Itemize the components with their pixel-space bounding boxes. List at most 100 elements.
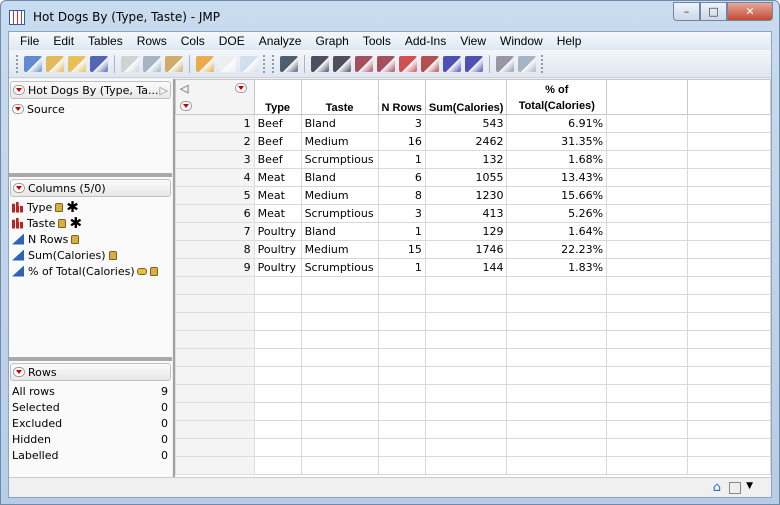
table-row[interactable]	[175, 366, 771, 385]
menu-analyze[interactable]: Analyze	[252, 34, 309, 48]
table-cell[interactable]	[377, 330, 426, 349]
table-cell[interactable]	[300, 348, 379, 367]
column-item[interactable]: N Rows	[9, 231, 172, 247]
table-cell[interactable]	[300, 366, 379, 385]
table-cell[interactable]	[606, 348, 688, 367]
table-cell[interactable]	[300, 384, 379, 403]
new-table-icon[interactable]	[24, 55, 42, 72]
table-cell[interactable]	[377, 384, 426, 403]
menu-view[interactable]: View	[453, 34, 493, 48]
table-cell[interactable]	[377, 438, 426, 457]
table-row[interactable]: 2 Beef Medium 16 2462 31.35%	[175, 132, 771, 151]
table-cell[interactable]	[606, 132, 688, 151]
table-cell[interactable]	[377, 312, 426, 331]
chevron-down-icon[interactable]: ▼	[746, 481, 753, 491]
table-cell[interactable]: 3	[377, 114, 426, 133]
source-script[interactable]: Source	[9, 101, 172, 117]
search-data-icon[interactable]	[518, 55, 536, 72]
rows-red-triangle-icon[interactable]	[180, 101, 192, 111]
table-cell[interactable]	[300, 330, 379, 349]
column-header[interactable]: Taste	[300, 79, 379, 115]
table-cell[interactable]: Scrumptious	[300, 150, 379, 169]
columns-red-triangle-icon[interactable]	[234, 83, 247, 93]
table-row[interactable]: 1 Beef Bland 3 543 6.91%	[175, 114, 771, 133]
table-cell[interactable]	[424, 366, 508, 385]
menu-tools[interactable]: Tools	[356, 34, 398, 48]
table-cell[interactable]	[686, 348, 771, 367]
table-cell[interactable]	[300, 456, 379, 475]
red-triangle-menu-icon[interactable]	[12, 104, 24, 114]
table-cell[interactable]	[686, 456, 771, 475]
table-row[interactable]: 4 Meat Bland 6 1055 13.43%	[175, 168, 771, 187]
row-number[interactable]: 2	[175, 132, 255, 151]
table-cell[interactable]	[506, 366, 608, 385]
table-cell[interactable]	[686, 438, 771, 457]
table-row[interactable]	[175, 456, 771, 475]
row-number[interactable]: 3	[175, 150, 255, 169]
row-number[interactable]: 8	[175, 240, 255, 259]
row-number[interactable]: 7	[175, 222, 255, 241]
table-row[interactable]	[175, 402, 771, 421]
menu-help[interactable]: Help	[550, 34, 589, 48]
table-cell[interactable]: 2462	[424, 132, 508, 151]
table-cell[interactable]: Medium	[300, 240, 379, 259]
row-number[interactable]	[175, 348, 255, 367]
table-cell[interactable]: Meat	[253, 168, 302, 187]
red-triangle-menu-icon[interactable]	[13, 367, 25, 377]
table-cell[interactable]	[686, 258, 771, 277]
open-folder-icon[interactable]	[68, 55, 86, 72]
table-cell[interactable]	[606, 366, 688, 385]
table-cell[interactable]: 1	[377, 222, 426, 241]
table-cell[interactable]: Scrumptious	[300, 258, 379, 277]
table-cell[interactable]: 31.35%	[506, 132, 608, 151]
table-cell[interactable]	[424, 312, 508, 331]
table-row[interactable]: 5 Meat Medium 8 1230 15.66%	[175, 186, 771, 205]
menu-addins[interactable]: Add-Ins	[398, 34, 453, 48]
table-cell[interactable]	[377, 402, 426, 421]
table-cell[interactable]	[424, 456, 508, 475]
table-cell[interactable]: Poultry	[253, 240, 302, 259]
run-script-icon[interactable]	[240, 55, 258, 72]
data-table-icon[interactable]	[196, 55, 214, 72]
maximize-button[interactable]: □	[700, 2, 727, 21]
red-triangle-menu-icon[interactable]	[13, 183, 25, 193]
table-cell[interactable]: 144	[424, 258, 508, 277]
table-cell[interactable]	[606, 456, 688, 475]
save-icon[interactable]	[90, 55, 108, 72]
table-row[interactable]: 9 Poultry Scrumptious 1 144 1.83%	[175, 258, 771, 277]
column-header[interactable]: N Rows	[377, 79, 426, 115]
table-cell[interactable]	[686, 168, 771, 187]
menu-rows[interactable]: Rows	[130, 34, 174, 48]
row-number[interactable]	[175, 294, 255, 313]
table-cell[interactable]	[686, 312, 771, 331]
table-cell[interactable]	[686, 420, 771, 439]
table-cell[interactable]	[686, 384, 771, 403]
row-number[interactable]: 9	[175, 258, 255, 277]
menu-doe[interactable]: DOE	[212, 34, 252, 48]
table-cell[interactable]	[606, 222, 688, 241]
table-cell[interactable]	[686, 132, 771, 151]
table-cell[interactable]	[253, 456, 302, 475]
table-cell[interactable]: 3	[377, 204, 426, 223]
table-cell[interactable]: 1746	[424, 240, 508, 259]
row-number[interactable]	[175, 402, 255, 421]
table-row[interactable]: 8 Poultry Medium 15 1746 22.23%	[175, 240, 771, 259]
table-cell[interactable]: 6.91%	[506, 114, 608, 133]
table-cell[interactable]: 8	[377, 186, 426, 205]
table-cell[interactable]	[606, 294, 688, 313]
table-cell[interactable]	[506, 438, 608, 457]
table-cell[interactable]: 1230	[424, 186, 508, 205]
toolbar-grip[interactable]	[16, 54, 19, 73]
table-cell[interactable]	[377, 276, 426, 295]
table-cell[interactable]: 132	[424, 150, 508, 169]
table-cell[interactable]	[506, 384, 608, 403]
table-row[interactable]: 3 Beef Scrumptious 1 132 1.68%	[175, 150, 771, 169]
column-header[interactable]: % of Total(Calories)	[506, 79, 608, 115]
table-cell[interactable]: Bland	[300, 114, 379, 133]
table-cell[interactable]	[300, 312, 379, 331]
table-cell[interactable]: 5.26%	[506, 204, 608, 223]
table-cell[interactable]	[606, 240, 688, 259]
row-number[interactable]	[175, 420, 255, 439]
table-cell[interactable]	[686, 150, 771, 169]
table-cell[interactable]	[686, 276, 771, 295]
